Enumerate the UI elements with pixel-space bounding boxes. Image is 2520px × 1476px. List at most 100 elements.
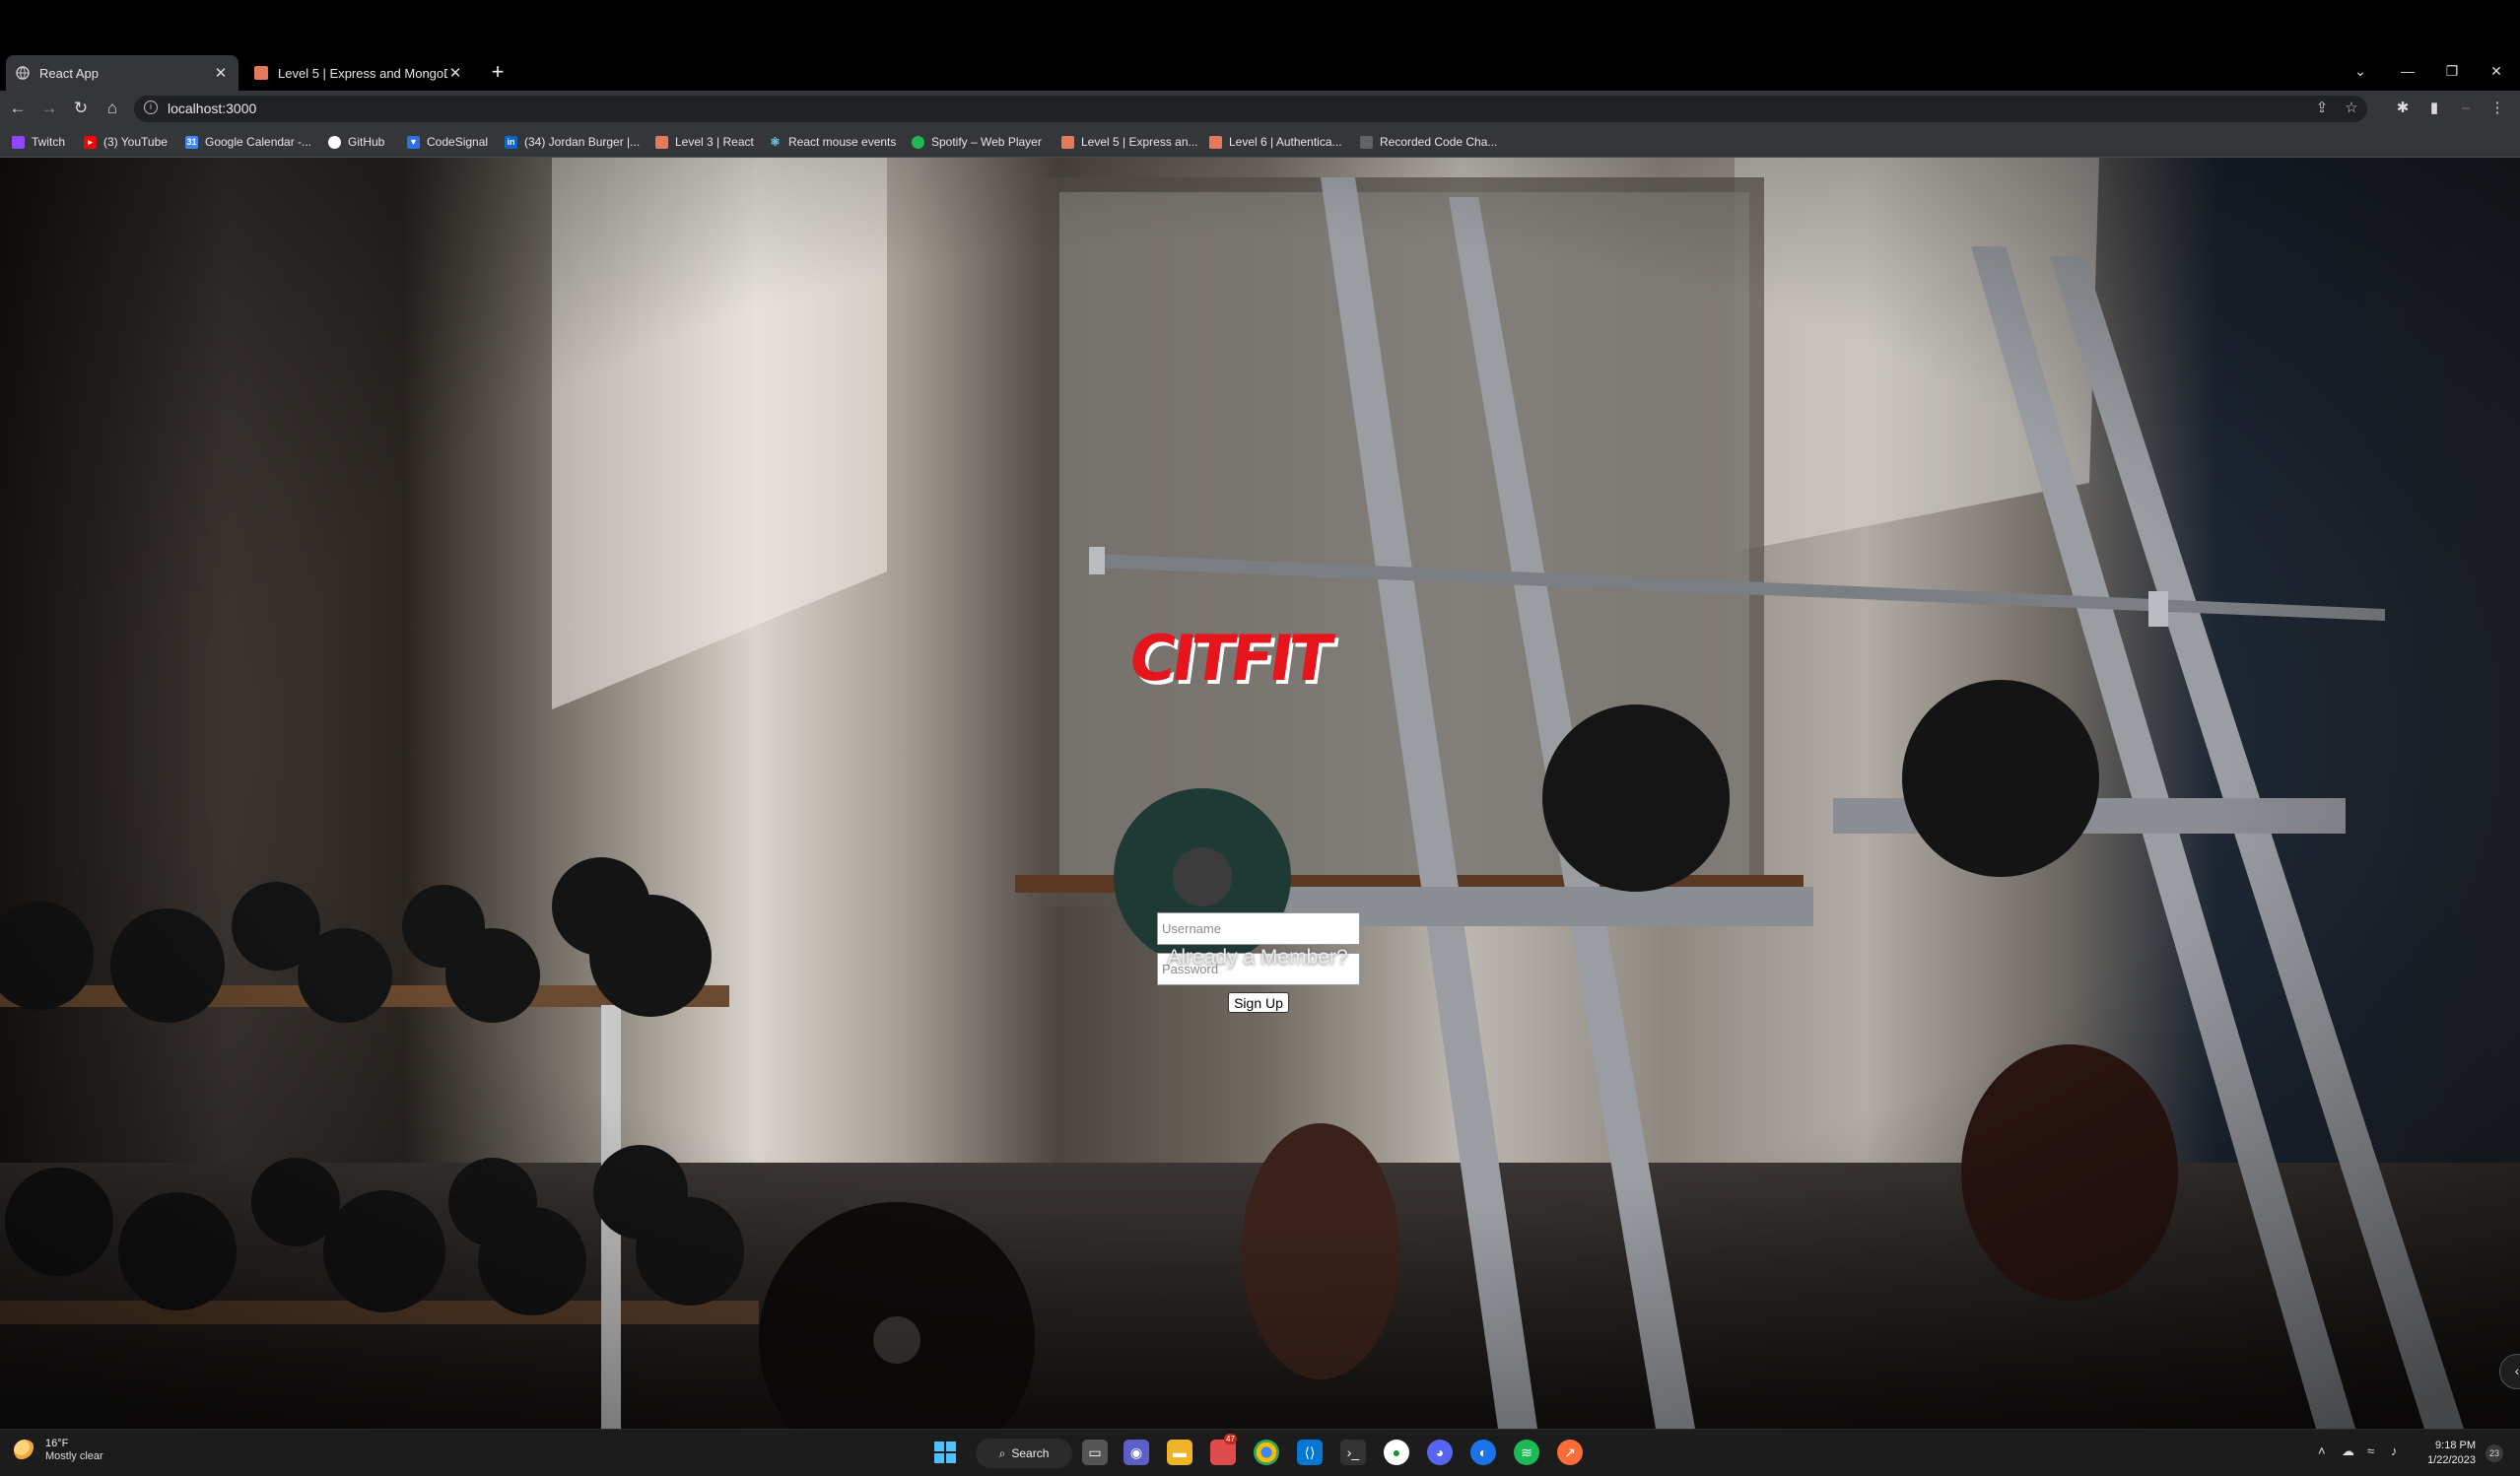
- profile-icon[interactable]: –: [2454, 97, 2478, 120]
- site-info-icon[interactable]: i: [144, 101, 158, 114]
- bookmark-label: React mouse events: [788, 135, 897, 149]
- chevron-up-icon[interactable]: ˄: [2318, 1443, 2326, 1458]
- taskbar-clock[interactable]: 9:18 PM 1/22/2023: [2415, 1439, 2476, 1468]
- chrome-icon[interactable]: [1254, 1440, 1279, 1465]
- tab-title: Level 5 | Express and MongoDB: [278, 65, 447, 81]
- bookmark-level6-authentication[interactable]: Level 6 | Authentica...: [1209, 132, 1342, 152]
- bookmark-label: (34) Jordan Burger |...: [524, 135, 641, 149]
- tab-title: React App: [39, 65, 99, 81]
- reload-button[interactable]: ↻: [69, 97, 93, 120]
- share-icon[interactable]: ⇪: [2312, 99, 2332, 116]
- bookmark-spotify[interactable]: Spotify – Web Player: [912, 132, 1042, 152]
- bookmark-youtube[interactable]: ▸ (3) YouTube: [84, 132, 168, 152]
- linkedin-icon: in: [505, 135, 517, 149]
- codesignal-icon: ▼: [407, 135, 420, 149]
- widgets-icon[interactable]: 47: [1210, 1434, 1237, 1465]
- course-icon: [1061, 135, 1074, 149]
- teams-chat-icon[interactable]: ◉: [1124, 1440, 1149, 1465]
- bookmark-recorded-code[interactable]: Recorded Code Cha...: [1360, 132, 1497, 152]
- page-viewport: CITFIT CITFIT Sign Up Already a Member? …: [0, 158, 2520, 1429]
- tab-search-icon[interactable]: ⌄: [2346, 59, 2375, 83]
- github-icon: [328, 135, 341, 149]
- postman-icon[interactable]: ↗: [1557, 1440, 1583, 1465]
- course-icon: [254, 66, 268, 80]
- svg-text:CITFIT: CITFIT: [1124, 622, 1337, 696]
- discord-icon[interactable]: ◕: [1427, 1440, 1453, 1465]
- spotify-icon[interactable]: ≋: [1514, 1440, 1539, 1465]
- url-text: localhost:3000: [168, 101, 257, 116]
- weather-condition: Mostly clear: [45, 1450, 103, 1462]
- react-icon: ⚛: [770, 134, 781, 149]
- photos-icon[interactable]: ◐: [1470, 1440, 1496, 1465]
- time: 9:18 PM: [2435, 1440, 2476, 1451]
- bookmark-label: (3) YouTube: [103, 135, 168, 149]
- globe-icon: [16, 66, 30, 80]
- login-card: CITFIT CITFIT Sign Up: [1114, 611, 1399, 1013]
- bookmark-google-calendar[interactable]: 31 Google Calendar -...: [185, 132, 311, 152]
- close-icon[interactable]: ✕: [213, 64, 229, 82]
- bookmark-level3-react[interactable]: Level 3 | React: [655, 132, 754, 152]
- bookmark-codesignal[interactable]: ▼ CodeSignal: [407, 132, 488, 152]
- extensions-icon[interactable]: ✱: [2391, 97, 2415, 120]
- bookmark-github[interactable]: GitHub: [328, 132, 384, 152]
- already-member-link[interactable]: Already a Member?: [1060, 946, 1455, 970]
- temperature: 16°F: [45, 1438, 69, 1449]
- bookmark-react-mouse-events[interactable]: ⚛ React mouse events: [769, 132, 896, 152]
- taskbar-search[interactable]: ⌕ Search: [976, 1439, 1072, 1468]
- weather-widget[interactable]: 16°F Mostly clear: [14, 1438, 103, 1463]
- browser-toolbar: ← → ↻ ⌂ i localhost:3000 ⇪ ☆ ✱ ▮ – ⋮: [0, 91, 2520, 126]
- course-icon: [1209, 135, 1222, 149]
- bookmark-linkedin[interactable]: in (34) Jordan Burger |...: [505, 132, 640, 152]
- bookmark-star-icon[interactable]: ☆: [2342, 99, 2361, 116]
- home-button[interactable]: ⌂: [101, 97, 124, 120]
- wifi-icon[interactable]: ≈: [2367, 1443, 2374, 1458]
- bookmark-label: Google Calendar -...: [205, 135, 312, 149]
- minimize-button[interactable]: —: [2393, 59, 2422, 83]
- search-icon: ⌕: [998, 1445, 1006, 1460]
- calendar-icon: 31: [185, 135, 198, 149]
- terminal-icon[interactable]: ›_: [1340, 1440, 1366, 1465]
- vscode-icon[interactable]: ⟨⟩: [1297, 1440, 1323, 1465]
- moon-weather-icon: [14, 1440, 35, 1461]
- username-input[interactable]: [1157, 912, 1360, 945]
- onedrive-icon[interactable]: ☁: [2342, 1443, 2354, 1459]
- close-icon[interactable]: ✕: [447, 64, 463, 82]
- sign-up-button[interactable]: Sign Up: [1228, 992, 1289, 1013]
- close-window-button[interactable]: ✕: [2482, 59, 2511, 83]
- recording-icon: [1360, 135, 1373, 149]
- mongodb-compass-icon[interactable]: ●: [1384, 1440, 1409, 1465]
- search-label: Search: [1011, 1446, 1050, 1460]
- forward-button[interactable]: →: [37, 97, 61, 120]
- bookmark-level5-express[interactable]: Level 5 | Express an...: [1061, 132, 1198, 152]
- course-icon: [655, 135, 668, 149]
- file-explorer-icon[interactable]: ▬: [1167, 1440, 1192, 1465]
- bookmark-label: Recorded Code Cha...: [1380, 135, 1498, 149]
- bookmark-label: Twitch: [32, 135, 66, 149]
- task-view-icon[interactable]: ▭: [1082, 1440, 1108, 1465]
- notification-center-icon[interactable]: 23: [2486, 1444, 2503, 1462]
- volume-icon[interactable]: ♪: [2391, 1443, 2398, 1458]
- tab-react-app[interactable]: React App ✕: [6, 55, 238, 91]
- bookmark-label: Level 3 | React: [675, 135, 754, 149]
- tab-strip: React App ✕ Level 5 | Express and MongoD…: [0, 0, 2520, 91]
- windows-start-icon[interactable]: [932, 1440, 958, 1465]
- citfit-logo: CITFIT CITFIT: [1124, 622, 1341, 700]
- youtube-icon: ▸: [84, 135, 97, 149]
- spotify-icon: [912, 135, 924, 149]
- date: 1/22/2023: [2427, 1454, 2476, 1466]
- bookmark-twitch[interactable]: Twitch: [12, 132, 65, 152]
- tab-express-mongodb[interactable]: Level 5 | Express and MongoDB ✕: [244, 55, 473, 91]
- bookmark-label: Spotify – Web Player: [931, 135, 1042, 149]
- side-panel-icon[interactable]: ▮: [2422, 97, 2446, 120]
- twitch-icon: [12, 135, 25, 149]
- notification-badge: 47: [1224, 1434, 1237, 1444]
- bookmark-label: CodeSignal: [427, 135, 489, 149]
- taskbar: 16°F Mostly clear ⌕ Search ▭ ◉ ▬ 47 ⟨⟩ ›…: [0, 1429, 2520, 1476]
- restore-button[interactable]: ❐: [2437, 59, 2467, 83]
- back-button[interactable]: ←: [6, 97, 30, 120]
- bookmark-label: GitHub: [348, 135, 385, 149]
- bookmarks-bar: Twitch ▸ (3) YouTube 31 Google Calendar …: [0, 126, 2520, 158]
- new-tab-button[interactable]: +: [485, 59, 511, 85]
- address-bar[interactable]: i localhost:3000 ⇪ ☆: [134, 96, 2367, 122]
- menu-icon[interactable]: ⋮: [2486, 97, 2509, 120]
